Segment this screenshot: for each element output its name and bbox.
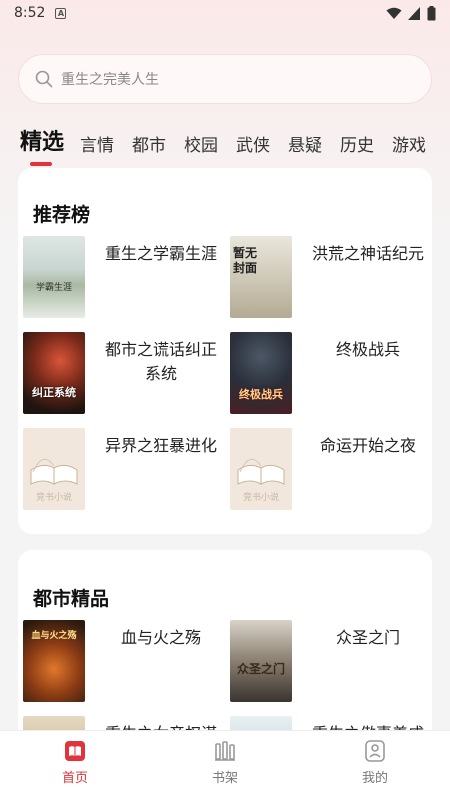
bottom-nav: 首页 书架 我的 xyxy=(0,730,450,800)
book-cover: 众圣之门 xyxy=(230,620,292,702)
tab-game[interactable]: 游戏 xyxy=(392,131,426,164)
book-title: 终极战兵 xyxy=(335,340,400,359)
book-cover: 竞书小说 xyxy=(23,428,85,510)
book-title: 众圣之门 xyxy=(335,628,400,647)
profile-icon xyxy=(365,740,385,762)
tab-featured[interactable]: 精选 xyxy=(20,124,64,166)
nav-home-label: 首页 xyxy=(61,771,88,786)
book-cover: 纠正系统 xyxy=(23,332,85,414)
nav-bookshelf[interactable]: 书架 xyxy=(150,731,300,800)
book-title: 重生之学霸生涯 xyxy=(104,244,217,263)
tab-mystery[interactable]: 悬疑 xyxy=(288,131,322,164)
book-item[interactable]: 纠正系统 都市之谎话纠正系统 xyxy=(18,332,223,416)
battery-icon xyxy=(427,5,436,20)
notification-icon: A xyxy=(55,7,67,19)
open-book-icon xyxy=(30,458,78,485)
book-item[interactable]: 众圣之门 众圣之门 xyxy=(225,620,430,704)
recommend-card: 推荐榜 学霸生涯 重生之学霸生涯 暂无封面 洪荒之神话纪元 纠正系统 都市之谎话… xyxy=(18,168,432,534)
status-time: 8:52 xyxy=(14,5,46,21)
book-cover: 暂无封面 xyxy=(230,236,292,318)
search-bar[interactable]: 重生之完美人生 xyxy=(18,54,432,104)
search-icon xyxy=(35,70,53,88)
book-cover: 竞书小说 xyxy=(230,428,292,510)
book-title: 洪荒之神话纪元 xyxy=(311,244,424,263)
tab-history[interactable]: 历史 xyxy=(340,131,374,164)
urban-picks-card: 都市精品 血与火之殇 血与火之殇 众圣之门 众圣之门 重生之女帝权谋 重生之傲妻… xyxy=(18,550,432,798)
section-title-recommend: 推荐榜 xyxy=(33,204,91,226)
book-item[interactable]: 终极战兵 终极战兵 xyxy=(225,332,430,416)
book-title: 都市之谎话纠正系统 xyxy=(104,340,217,383)
book-icon xyxy=(65,741,85,761)
book-item[interactable]: 暂无封面 洪荒之神话纪元 xyxy=(225,236,430,320)
category-tabs: 精选 言情 都市 校园 武侠 悬疑 历史 游戏 xyxy=(20,120,440,166)
status-icons xyxy=(386,5,436,21)
nav-home[interactable]: 首页 xyxy=(0,731,150,800)
book-item[interactable]: 竞书小说 命运开始之夜 xyxy=(225,428,430,512)
tab-campus[interactable]: 校园 xyxy=(184,131,218,164)
wifi-icon xyxy=(386,7,402,19)
signal-icon xyxy=(408,6,420,20)
nav-profile[interactable]: 我的 xyxy=(300,731,450,800)
status-bar: 8:52 A xyxy=(0,0,450,26)
book-title: 血与火之殇 xyxy=(120,628,201,647)
section-title-urban-picks: 都市精品 xyxy=(33,588,110,610)
tab-urban[interactable]: 都市 xyxy=(132,131,166,164)
bookshelf-icon xyxy=(215,741,235,761)
open-book-icon xyxy=(237,458,285,485)
tab-martial-arts[interactable]: 武侠 xyxy=(236,131,270,164)
book-item[interactable]: 学霸生涯 重生之学霸生涯 xyxy=(18,236,223,320)
book-title: 异界之狂暴进化 xyxy=(104,436,217,455)
book-item[interactable]: 血与火之殇 血与火之殇 xyxy=(18,620,223,704)
nav-bookshelf-label: 书架 xyxy=(211,771,238,786)
book-item[interactable]: 竞书小说 异界之狂暴进化 xyxy=(18,428,223,512)
book-title: 命运开始之夜 xyxy=(319,436,416,455)
nav-profile-label: 我的 xyxy=(361,771,388,786)
book-cover: 学霸生涯 xyxy=(23,236,85,318)
book-cover: 血与火之殇 xyxy=(23,620,85,702)
search-placeholder: 重生之完美人生 xyxy=(61,72,159,88)
tab-romance[interactable]: 言情 xyxy=(80,131,114,164)
book-cover: 终极战兵 xyxy=(230,332,292,414)
